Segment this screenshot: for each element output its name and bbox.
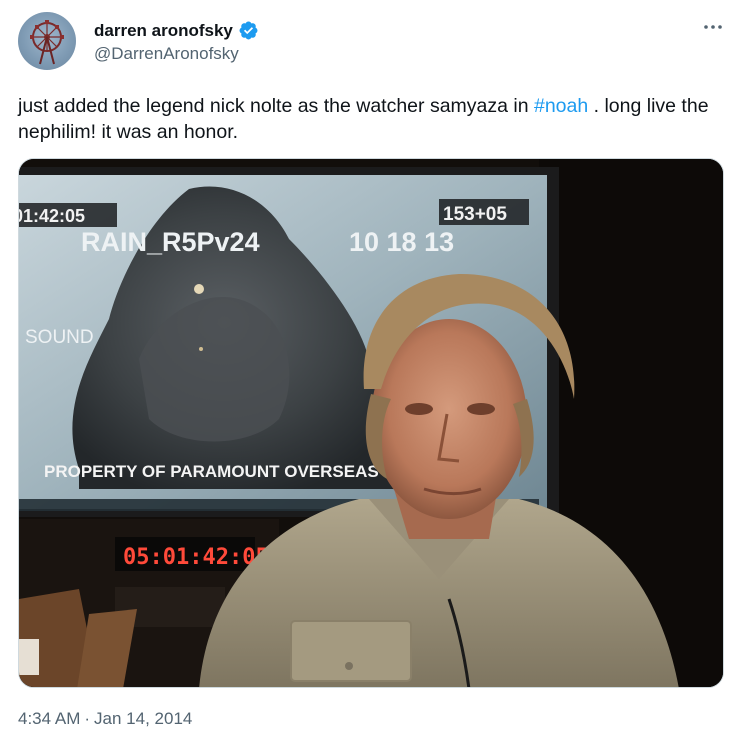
screen-date: 10 18 13 (349, 227, 454, 257)
screen-counter: 153+05 (443, 204, 507, 225)
screen-timecode: 01:42:05 (19, 206, 85, 226)
ferris-wheel-icon (30, 20, 64, 65)
verified-badge-icon (239, 21, 258, 40)
author-avatar[interactable] (18, 12, 76, 70)
tweet-photo[interactable]: 01:42:05 153+05 RAIN_R5Pv24 10 18 13 SOU… (18, 158, 724, 688)
screen-sound-label: SOUND (25, 327, 94, 348)
tweet-text: just added the legend nick nolte as the … (18, 93, 723, 145)
photo-illustration: 01:42:05 153+05 RAIN_R5Pv24 10 18 13 SOU… (19, 159, 723, 687)
tweet-date: Jan 14, 2014 (94, 709, 193, 728)
tweet-text-before: just added the legend nick nolte as the … (18, 95, 534, 117)
author-handle[interactable]: @DarrenAronofsky (94, 44, 239, 64)
more-dots-icon (704, 25, 722, 29)
screen-clip-name: RAIN_R5Pv24 (81, 227, 260, 257)
tweet-time: 4:34 AM (18, 709, 81, 728)
more-options-button[interactable] (700, 14, 726, 40)
author-name-row[interactable]: darren aronofsky (94, 20, 259, 41)
hashtag-link[interactable]: #noah (534, 95, 588, 117)
tweet-timestamp[interactable]: 4:34 AM · Jan 14, 2014 (18, 709, 192, 729)
author-name[interactable]: darren aronofsky (94, 21, 233, 41)
timestamp-separator: · (84, 709, 91, 728)
screen-watermark: PROPERTY OF PARAMOUNT OVERSEAS PR (44, 462, 407, 481)
deck-timecode: 05:01:42:05 (123, 545, 269, 570)
